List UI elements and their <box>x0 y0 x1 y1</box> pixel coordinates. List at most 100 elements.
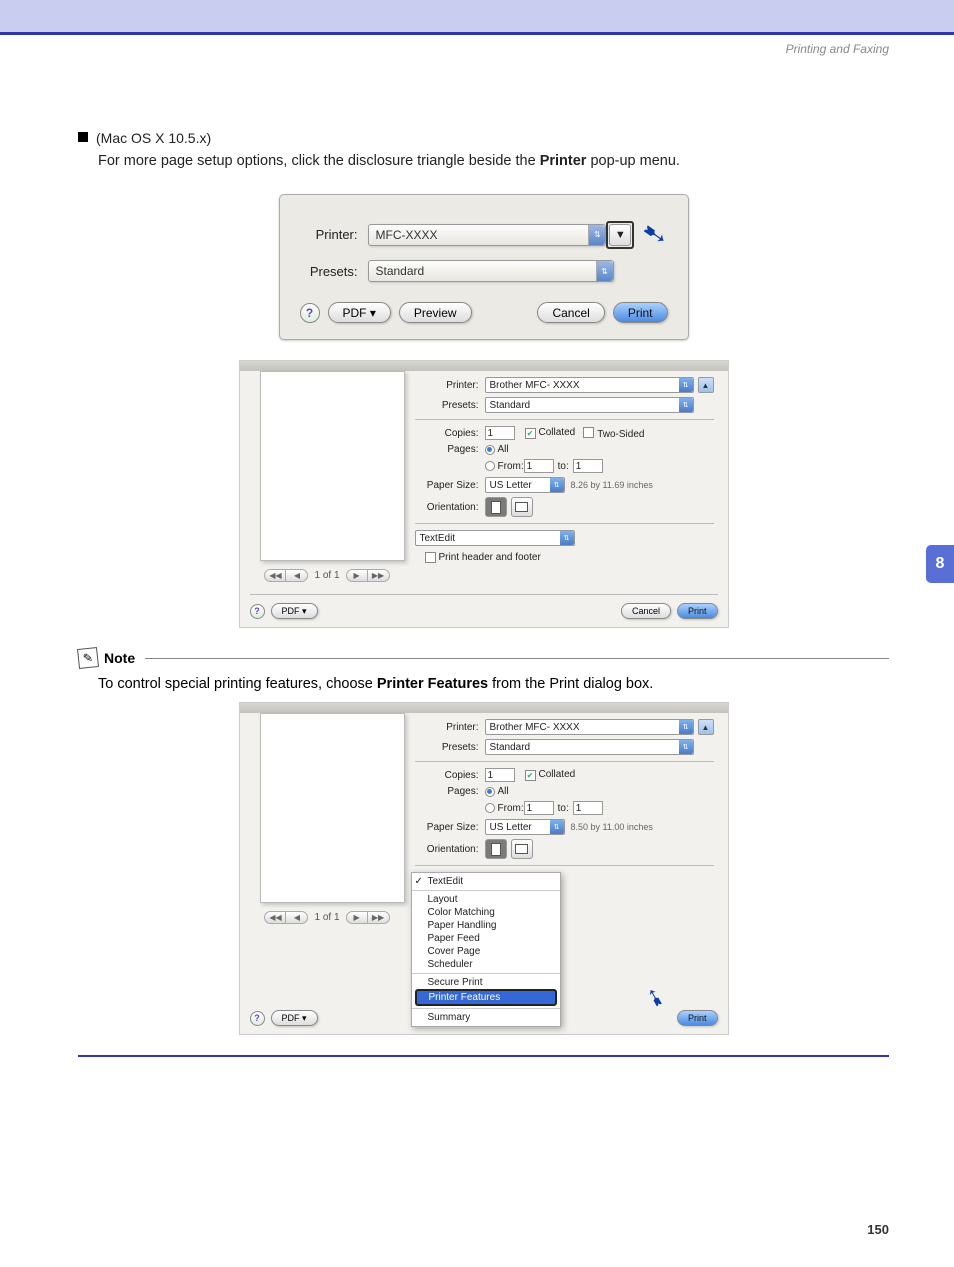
note-text: To control special printing features, ch… <box>98 676 889 692</box>
cancel-button[interactable]: Cancel <box>621 603 671 619</box>
preview-prev-group[interactable]: ◀◀◀ <box>264 911 308 924</box>
disclosure-triangle-button[interactable]: ▲ <box>698 719 714 735</box>
print-dialog-expanded: ◀◀◀ 1 of 1 ▶▶▶ Printer:Brother MFC- XXXX… <box>239 360 729 628</box>
portrait-icon <box>491 843 501 856</box>
dropdown-arrows-icon: ⇅ <box>550 478 564 492</box>
prev-page-icon[interactable]: ◀ <box>286 911 308 924</box>
preview-next-group[interactable]: ▶▶▶ <box>346 911 390 924</box>
presets-label: Presets: <box>415 742 485 753</box>
last-page-icon[interactable]: ▶▶ <box>368 911 390 924</box>
printer-select[interactable]: Brother MFC- XXXX⇅ <box>485 719 694 735</box>
page-content: Printing and Faxing 8 (Mac OS X 10.5.x) … <box>0 35 954 1057</box>
next-page-icon[interactable]: ▶ <box>346 569 368 582</box>
dropdown-arrows-icon: ⇅ <box>596 261 613 281</box>
menu-item-layout[interactable]: Layout <box>412 893 560 906</box>
to-input[interactable] <box>573 459 603 473</box>
dropdown-arrows-icon: ⇅ <box>560 531 574 545</box>
square-bullet-icon <box>78 132 88 142</box>
two-sided-checkbox[interactable] <box>583 427 594 438</box>
top-bar <box>0 0 954 35</box>
pages-range-radio[interactable] <box>485 461 495 471</box>
paper-size-label: Paper Size: <box>415 822 485 833</box>
collated-checkbox[interactable]: ✔ <box>525 770 536 781</box>
dropdown-arrows-icon: ⇅ <box>588 225 605 245</box>
disclosure-triangle-button[interactable]: ▲ <box>698 377 714 393</box>
from-input[interactable] <box>524 801 554 815</box>
presets-select[interactable]: Standard⇅ <box>368 260 614 282</box>
bullet-text: (Mac OS X 10.5.x) <box>96 130 211 146</box>
preview-next-group[interactable]: ▶▶▶ <box>346 569 390 582</box>
pages-all-radio[interactable] <box>485 445 495 455</box>
help-button[interactable]: ? <box>250 604 265 619</box>
to-input[interactable] <box>573 801 603 815</box>
paper-size-label: Paper Size: <box>415 480 485 491</box>
printer-label: Printer: <box>415 380 485 391</box>
preview-button[interactable]: Preview <box>399 302 472 323</box>
portrait-button[interactable] <box>485 497 507 517</box>
menu-item-scheduler[interactable]: Scheduler <box>412 958 560 971</box>
printer-select[interactable]: MFC-XXXX⇅ <box>368 224 607 246</box>
dropdown-arrows-icon: ⇅ <box>679 720 693 734</box>
pdf-menu-button[interactable]: PDF ▾ <box>271 1010 318 1026</box>
paper-dimensions: 8.26 by 11.69 inches <box>571 480 653 490</box>
menu-item-secure-print[interactable]: Secure Print <box>412 976 560 989</box>
page-preview <box>260 371 405 561</box>
menu-item-printer-features[interactable]: Printer Features <box>415 989 557 1006</box>
dropdown-arrows-icon: ⇅ <box>679 398 693 412</box>
dropdown-arrows-icon: ⇅ <box>550 820 564 834</box>
from-input[interactable] <box>524 459 554 473</box>
copies-label: Copies: <box>415 428 485 439</box>
printer-select[interactable]: Brother MFC- XXXX⇅ <box>485 377 694 393</box>
presets-select[interactable]: Standard⇅ <box>485 397 694 413</box>
collated-checkbox[interactable]: ✔ <box>525 428 536 439</box>
pages-label: Pages: <box>415 444 485 455</box>
page-indicator: 1 of 1 <box>314 912 339 923</box>
options-panel-select[interactable]: TextEdit⇅ <box>415 530 575 546</box>
annotation-arrow-icon: ➷ <box>640 215 671 254</box>
menu-item-paper-feed[interactable]: Paper Feed <box>412 932 560 945</box>
orientation-label: Orientation: <box>415 844 485 855</box>
menu-item-paper-handling[interactable]: Paper Handling <box>412 919 560 932</box>
header-footer-checkbox[interactable] <box>425 552 436 563</box>
pdf-menu-button[interactable]: PDF ▾ <box>328 302 391 323</box>
menu-item-cover-page[interactable]: Cover Page <box>412 945 560 958</box>
paper-dimensions: 8.50 by 11.00 inches <box>571 822 653 832</box>
presets-select[interactable]: Standard⇅ <box>485 739 694 755</box>
copies-input[interactable] <box>485 768 515 782</box>
first-page-icon[interactable]: ◀◀ <box>264 911 286 924</box>
section-heading: Printing and Faxing <box>786 42 889 56</box>
page-indicator: 1 of 1 <box>314 570 339 581</box>
paper-size-select[interactable]: US Letter⇅ <box>485 819 565 835</box>
next-page-icon[interactable]: ▶ <box>346 911 368 924</box>
presets-label: Presets: <box>300 264 368 279</box>
menu-item-color-matching[interactable]: Color Matching <box>412 906 560 919</box>
paper-size-select[interactable]: US Letter⇅ <box>485 477 565 493</box>
copies-input[interactable] <box>485 426 515 440</box>
portrait-button[interactable] <box>485 839 507 859</box>
menu-item-textedit[interactable]: TextEdit <box>412 875 560 888</box>
chapter-tab: 8 <box>926 545 954 583</box>
print-dialog-collapsed: Printer: MFC-XXXX⇅ ▼ ➷ Presets: Standard… <box>279 194 689 340</box>
first-page-icon[interactable]: ◀◀ <box>264 569 286 582</box>
print-button[interactable]: Print <box>677 1010 718 1026</box>
pdf-menu-button[interactable]: PDF ▾ <box>271 603 318 619</box>
cancel-button[interactable]: Cancel <box>537 302 604 323</box>
prev-page-icon[interactable]: ◀ <box>286 569 308 582</box>
printer-label: Printer: <box>300 227 368 242</box>
preview-prev-group[interactable]: ◀◀◀ <box>264 569 308 582</box>
disclosure-triangle-button[interactable]: ▼ <box>609 224 631 246</box>
menu-item-summary[interactable]: Summary <box>412 1011 560 1024</box>
print-dialog-with-menu: ◀◀◀ 1 of 1 ▶▶▶ Printer:Brother MFC- XXXX… <box>239 702 729 1035</box>
landscape-button[interactable] <box>511 839 533 859</box>
options-popup-menu[interactable]: TextEdit Layout Color Matching Paper Han… <box>411 872 561 1027</box>
landscape-icon <box>515 844 528 854</box>
help-button[interactable]: ? <box>250 1011 265 1026</box>
landscape-icon <box>515 502 528 512</box>
last-page-icon[interactable]: ▶▶ <box>368 569 390 582</box>
print-button[interactable]: Print <box>613 302 668 323</box>
landscape-button[interactable] <box>511 497 533 517</box>
print-button[interactable]: Print <box>677 603 718 619</box>
help-button[interactable]: ? <box>300 303 320 323</box>
pages-all-radio[interactable] <box>485 787 495 797</box>
pages-range-radio[interactable] <box>485 803 495 813</box>
